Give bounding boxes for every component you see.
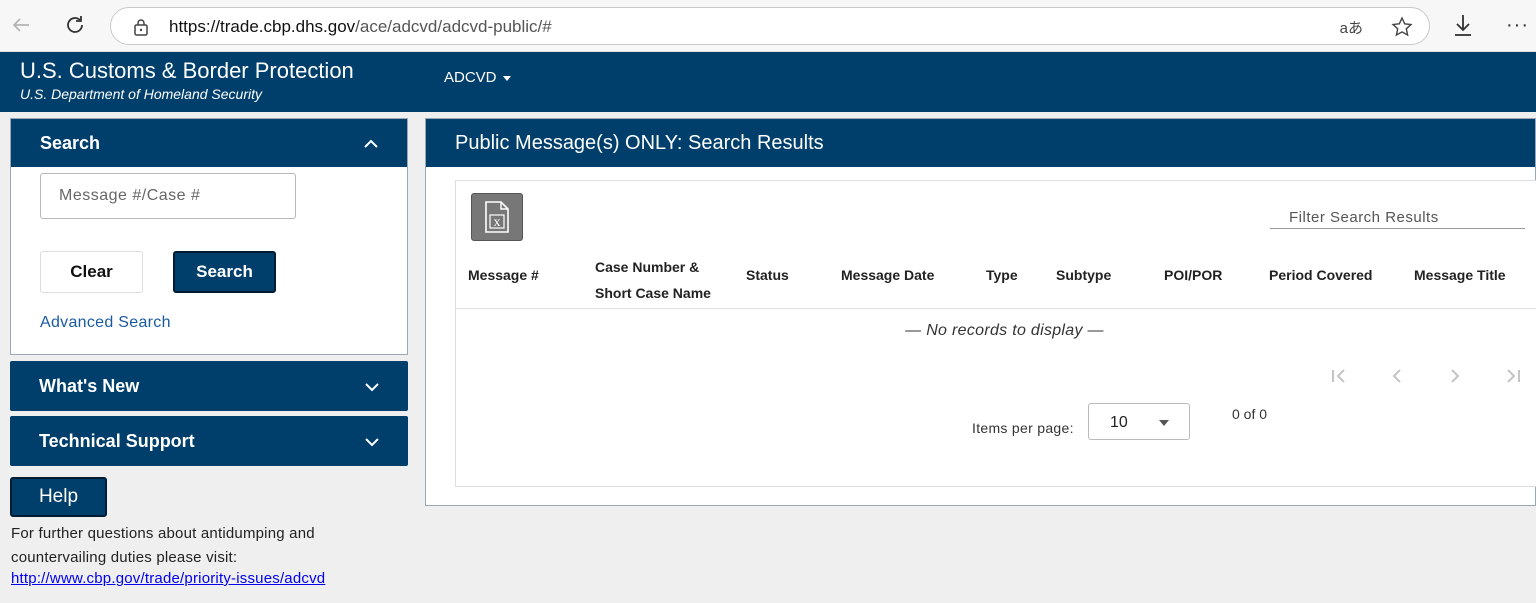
url-text: https://trade.cbp.dhs.gov/ace/adcvd/adcv… <box>169 17 552 37</box>
search-button[interactable]: Search <box>173 251 276 293</box>
items-per-page-select[interactable]: 10 <box>1088 403 1190 440</box>
column-header-status[interactable]: Status <box>746 267 789 283</box>
column-header-type[interactable]: Type <box>986 267 1018 283</box>
last-page-icon[interactable] <box>1501 366 1523 386</box>
previous-page-icon[interactable] <box>1386 366 1408 386</box>
column-header-period-covered[interactable]: Period Covered <box>1269 267 1372 283</box>
chevron-up-icon[interactable] <box>363 133 379 154</box>
advanced-search-link[interactable]: Advanced Search <box>40 314 171 332</box>
message-case-search-input[interactable] <box>40 173 296 219</box>
lock-icon[interactable] <box>133 18 149 41</box>
results-table-card: x Filter Search Results Message # Case N… <box>455 180 1536 487</box>
column-header-case-line2: Short Case Name <box>595 285 711 301</box>
department-name: U.S. Department of Homeland Security <box>20 86 262 102</box>
next-page-icon[interactable] <box>1444 366 1466 386</box>
more-options-icon[interactable]: ··· <box>1506 14 1529 37</box>
technical-support-accordion[interactable]: Technical Support <box>10 416 408 466</box>
whats-new-accordion[interactable]: What's New <box>10 361 408 411</box>
column-header-poi-por[interactable]: POI/POR <box>1164 267 1222 283</box>
export-excel-icon[interactable]: x <box>471 193 523 241</box>
address-bar[interactable]: https://trade.cbp.dhs.gov/ace/adcvd/adcv… <box>110 7 1430 45</box>
help-text: For further questions about antidumping … <box>11 525 315 566</box>
reload-icon[interactable] <box>62 12 88 38</box>
site-header: U.S. Customs & Border Protection U.S. De… <box>0 52 1536 112</box>
search-panel-title: Search <box>40 132 101 153</box>
read-aloud-icon[interactable]: aあ <box>1340 17 1363 38</box>
url-domain: https://trade.cbp.dhs.gov <box>169 17 356 36</box>
back-arrow-icon[interactable] <box>8 12 34 38</box>
dropdown-arrow-icon <box>1159 420 1169 426</box>
results-panel-title: Public Message(s) ONLY: Search Results <box>426 119 1535 167</box>
column-header-message-date[interactable]: Message Date <box>841 267 934 283</box>
items-per-page-value: 10 <box>1110 414 1128 431</box>
favorite-star-icon[interactable] <box>1391 16 1413 43</box>
whats-new-title: What's New <box>39 375 140 396</box>
download-icon[interactable] <box>1452 13 1474 42</box>
clear-button[interactable]: Clear <box>40 251 143 293</box>
technical-support-title: Technical Support <box>39 430 195 451</box>
chevron-down-icon[interactable] <box>364 431 380 452</box>
adcvd-help-link[interactable]: http://www.cbp.gov/trade/priority-issues… <box>11 570 325 587</box>
column-header-subtype[interactable]: Subtype <box>1056 267 1111 283</box>
column-header-message-title[interactable]: Message Title <box>1414 267 1506 283</box>
help-button[interactable]: Help <box>10 477 107 517</box>
chevron-down-icon[interactable] <box>364 376 380 397</box>
column-header-message-number[interactable]: Message # <box>468 267 539 283</box>
column-header-case-line1: Case Number & <box>595 259 700 275</box>
url-path: /ace/adcvd/adcvd-public/# <box>355 17 552 36</box>
filter-search-results-input[interactable]: Filter Search Results <box>1270 209 1525 229</box>
first-page-icon[interactable] <box>1329 366 1351 386</box>
adcvd-menu-label: ADCVD <box>444 69 497 86</box>
adcvd-menu[interactable]: ADCVD <box>444 69 511 86</box>
search-panel-header[interactable]: Search <box>11 119 407 167</box>
search-panel: Search Clear Search Advanced Search <box>10 118 408 355</box>
browser-toolbar: https://trade.cbp.dhs.gov/ace/adcvd/adcv… <box>0 0 1536 52</box>
no-records-message: — No records to display — <box>905 322 1104 339</box>
agency-name: U.S. Customs & Border Protection <box>20 58 354 83</box>
column-header-case-number[interactable]: Case Number & Short Case Name <box>595 254 711 306</box>
caret-down-icon <box>502 76 511 81</box>
search-results-panel: Public Message(s) ONLY: Search Results x… <box>425 118 1536 506</box>
page-range-label: 0 of 0 <box>1232 406 1268 422</box>
table-header-divider <box>456 308 1536 309</box>
items-per-page-label: Items per page: <box>972 420 1074 436</box>
